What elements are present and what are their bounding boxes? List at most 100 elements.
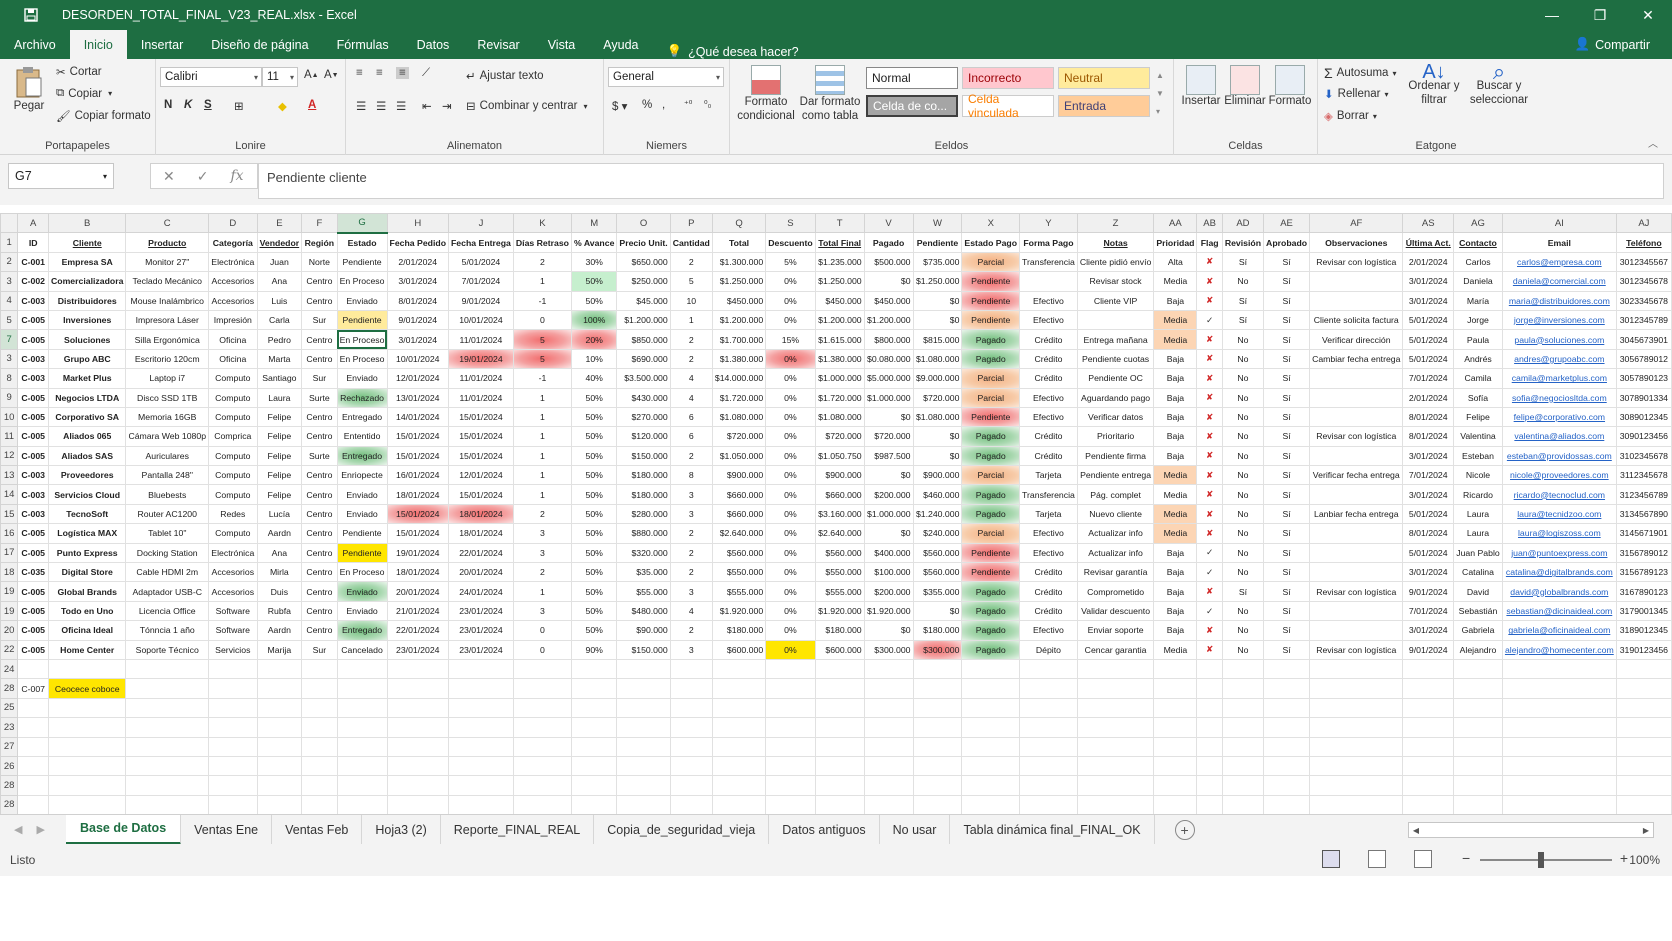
table-cell[interactable]	[1263, 697, 1311, 719]
table-cell[interactable]: Soluciones	[47, 329, 127, 350]
table-cell[interactable]	[1615, 658, 1672, 680]
table-cell[interactable]: Lucía	[256, 503, 303, 525]
table-cell[interactable]: laura@logiszoss.com	[1501, 523, 1617, 544]
header-cell[interactable]: Forma Pago	[1019, 232, 1078, 253]
table-cell[interactable]	[961, 658, 1021, 680]
table-cell[interactable]: 10/01/2024	[386, 348, 450, 370]
table-cell[interactable]: $1.050.000	[711, 445, 767, 467]
table-cell[interactable]: 20%	[570, 329, 618, 350]
table-cell[interactable]	[1309, 290, 1404, 311]
table-cell[interactable]: Auriculares	[125, 445, 210, 467]
table-cell[interactable]	[208, 658, 258, 680]
column-header[interactable]: M	[570, 213, 618, 234]
table-cell[interactable]: Baja	[1153, 542, 1198, 564]
table-cell[interactable]: Media	[1153, 484, 1198, 505]
table-cell[interactable]: 5/01/2024	[1402, 348, 1455, 370]
table-cell[interactable]	[1019, 775, 1078, 796]
table-cell[interactable]: 7/01/2024	[1402, 368, 1455, 389]
table-cell[interactable]: Mouse Inalámbrico	[125, 290, 210, 311]
font-size-select[interactable]: 11 ▾	[262, 67, 298, 87]
table-cell[interactable]	[47, 736, 127, 757]
table-cell[interactable]: 100%	[570, 309, 618, 331]
table-cell[interactable]: 3189012345	[1615, 620, 1672, 641]
table-cell[interactable]	[448, 658, 514, 680]
table-cell[interactable]: Esteban	[1453, 445, 1503, 467]
comma-icon[interactable]: ,	[662, 99, 665, 111]
table-cell[interactable]	[961, 678, 1021, 699]
row-header[interactable]: 11	[0, 426, 19, 447]
table-cell[interactable]	[711, 658, 767, 680]
table-cell[interactable]: Laura	[256, 387, 303, 408]
table-cell[interactable]: 3012345678	[1615, 271, 1672, 292]
table-cell[interactable]	[1615, 697, 1672, 719]
table-cell[interactable]: 2	[669, 348, 713, 370]
row-header[interactable]: 7	[0, 329, 19, 350]
table-cell[interactable]: Sí	[1263, 445, 1311, 467]
table-cell[interactable]: Aguardando pago	[1076, 387, 1155, 408]
table-cell[interactable]	[1309, 775, 1404, 796]
table-cell[interactable]: Cable HDMI 2m	[125, 562, 210, 583]
table-cell[interactable]	[512, 697, 573, 719]
table-cell[interactable]: 3/01/2024	[1402, 562, 1455, 583]
table-cell[interactable]: 50%	[570, 426, 618, 447]
zoom-in-icon[interactable]: +	[1620, 850, 1628, 866]
row-header[interactable]: 28	[0, 678, 19, 699]
table-cell[interactable]: $720.000	[912, 387, 963, 408]
table-cell[interactable]: 50%	[570, 271, 618, 292]
table-cell[interactable]: Felipe	[256, 484, 303, 505]
table-cell[interactable]: $1.080.000	[711, 406, 767, 428]
table-cell[interactable]	[448, 736, 514, 757]
table-cell[interactable]: Accesorios	[208, 271, 258, 292]
table-cell[interactable]: $150.000	[616, 445, 671, 467]
fill-color-icon[interactable]: ◆	[278, 99, 287, 113]
table-cell[interactable]: 3156789123	[1615, 562, 1672, 583]
table-cell[interactable]: $1.615.000	[814, 329, 865, 350]
table-cell[interactable]: Catalina	[1453, 562, 1503, 583]
tab-formulas[interactable]: Fórmulas	[323, 30, 403, 59]
table-cell[interactable]: C-005	[17, 639, 49, 660]
table-cell[interactable]: Centro	[301, 503, 338, 525]
table-cell[interactable]	[616, 775, 671, 796]
table-cell[interactable]: Negocios LTDA	[47, 387, 127, 408]
table-cell[interactable]: $815.000	[912, 329, 963, 350]
header-cell[interactable]: Categoría	[208, 232, 258, 253]
table-cell[interactable]	[17, 755, 49, 777]
cancel-icon[interactable]: ✕	[163, 168, 175, 185]
table-cell[interactable]: $180.000	[616, 484, 671, 505]
zoom-slider[interactable]: − +	[1462, 850, 1628, 868]
table-cell[interactable]: ✓	[1196, 562, 1223, 583]
table-cell[interactable]: Sí	[1221, 309, 1265, 331]
table-cell[interactable]: Centro	[301, 620, 338, 641]
table-cell[interactable]	[1309, 484, 1404, 505]
table-cell[interactable]	[669, 775, 713, 796]
table-cell[interactable]: $1.250.000	[711, 271, 767, 292]
table-cell[interactable]: Parcial	[961, 368, 1021, 389]
table-cell[interactable]	[1501, 658, 1617, 680]
table-cell[interactable]: Media	[1153, 309, 1198, 331]
table-cell[interactable]: Baja	[1153, 290, 1198, 311]
table-cell[interactable]: $180.000	[711, 620, 767, 641]
table-cell[interactable]: C-005	[17, 523, 49, 544]
table-cell[interactable]: Sí	[1263, 484, 1311, 505]
table-cell[interactable]: $14.000.000	[711, 368, 767, 389]
tab-insertar[interactable]: Insertar	[127, 30, 197, 59]
table-cell[interactable]	[301, 658, 338, 680]
table-cell[interactable]: Pendiente	[961, 309, 1021, 331]
row-header[interactable]: 12	[0, 445, 19, 467]
table-cell[interactable]: 1	[512, 484, 573, 505]
row-header[interactable]: 1	[0, 232, 19, 253]
table-cell[interactable]: Router AC1200	[125, 503, 210, 525]
table-cell[interactable]: $650.000	[616, 251, 671, 273]
sheet-tab-hoja3[interactable]: Hoja3 (2)	[362, 814, 441, 845]
table-cell[interactable]: ✘	[1196, 329, 1223, 350]
table-cell[interactable]: Baja	[1153, 348, 1198, 370]
table-cell[interactable]: Parcial	[961, 523, 1021, 544]
table-cell[interactable]: 3056789012	[1615, 348, 1672, 370]
table-cell[interactable]: Crédito	[1019, 445, 1078, 467]
table-cell[interactable]	[125, 775, 210, 796]
table-cell[interactable]	[336, 697, 388, 719]
table-cell[interactable]: Actualizar info	[1076, 523, 1155, 544]
table-cell[interactable]	[17, 717, 49, 738]
column-header[interactable]: W	[912, 213, 963, 234]
table-cell[interactable]: Centro	[301, 562, 338, 583]
